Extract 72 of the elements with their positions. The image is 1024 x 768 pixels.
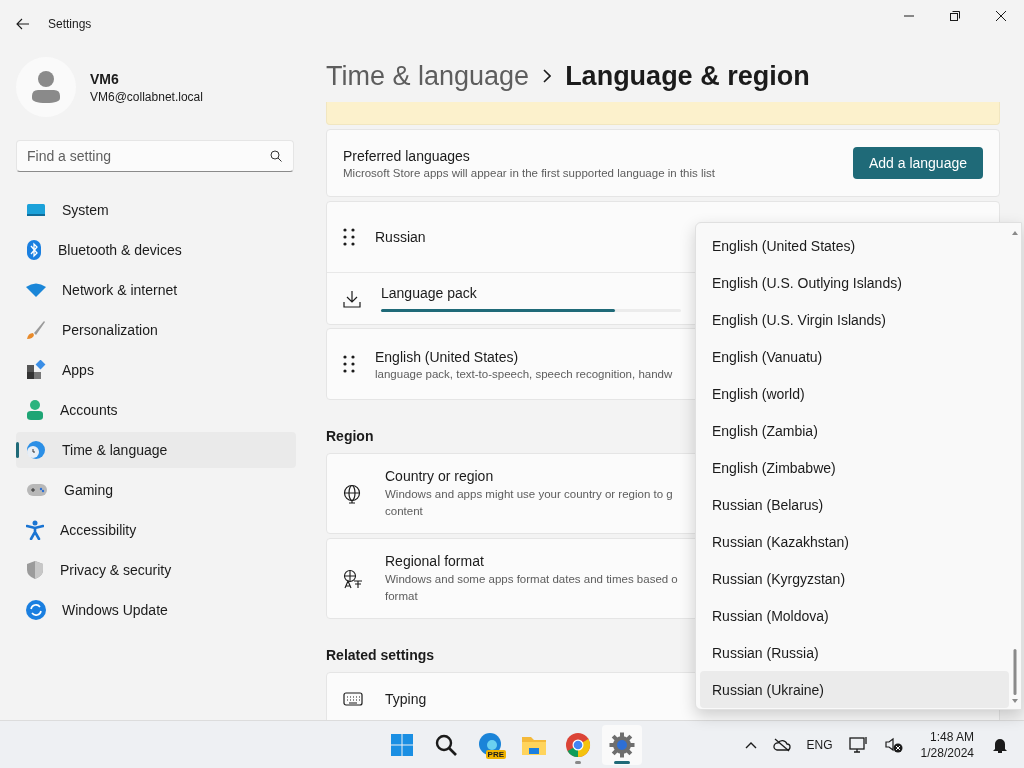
account-name: VM6 — [90, 70, 120, 87]
drag-handle-icon — [343, 228, 355, 246]
globe-icon — [343, 483, 361, 504]
keyboard-icon — [343, 691, 363, 707]
breadcrumb-link[interactable]: Time & language — [326, 60, 530, 92]
windows-logo-icon — [390, 732, 414, 757]
section-description: Microsoft Store apps will appear in the first supported language in this list — [343, 166, 717, 179]
setting-description: format — [385, 588, 419, 604]
drag-handle-icon — [343, 355, 355, 373]
section-title: Preferred languages — [343, 147, 471, 164]
sidebar-item[interactable]: Network & internet — [16, 272, 296, 308]
setting-description: content — [385, 503, 424, 519]
back-arrow-icon[interactable] — [16, 18, 30, 30]
account-email: VM6@collabnet.local — [90, 89, 203, 104]
close-icon — [996, 11, 1006, 21]
language-name: English (United States) — [375, 348, 520, 365]
dropdown-option[interactable]: English (world) — [700, 375, 1009, 412]
chevron-icon — [543, 69, 552, 83]
setting-title: Regional format — [385, 552, 485, 569]
sidebar-item[interactable]: Accounts — [16, 392, 296, 428]
person-icon — [26, 400, 44, 420]
sidebar-item[interactable]: Personalization — [16, 312, 296, 348]
language-name: Language pack — [381, 285, 478, 301]
download-icon — [343, 289, 361, 308]
dropdown-option[interactable]: English (United States) — [700, 227, 1009, 264]
clock-time: 1:48 AM — [929, 728, 974, 745]
accessibility-icon — [26, 520, 44, 540]
gear-icon — [609, 731, 635, 758]
language-format-icon — [343, 568, 363, 589]
sidebar-item[interactable]: Accessibility — [16, 512, 296, 548]
chrome-icon — [565, 731, 591, 758]
sidebar-item[interactable]: Windows Update — [16, 592, 296, 628]
monitor-icon — [26, 202, 46, 218]
gamepad-icon — [26, 482, 48, 498]
sidebar-item[interactable]: Privacy & security — [16, 552, 296, 588]
section-heading: Related settings — [326, 647, 435, 663]
dropdown-option[interactable]: English (U.S. Outlying Islands) — [700, 264, 1009, 301]
sidebar-item[interactable]: Bluetooth & devices — [16, 232, 296, 268]
restore-icon — [950, 11, 960, 21]
search-field[interactable]: Find a setting — [16, 140, 294, 172]
sidebar-item[interactable]: Time & language — [16, 432, 296, 468]
setting-description: Windows and apps might use your country or region to g — [385, 486, 674, 502]
dropdown-option[interactable]: Russian (Russia) — [700, 634, 1009, 671]
dropdown-option[interactable]: English (Vanuatu) — [700, 338, 1009, 375]
setting-title: Country or region — [385, 467, 495, 484]
taskbar-app[interactable]: PRE — [470, 724, 510, 765]
paintbrush-icon — [26, 320, 46, 340]
sidebar-item[interactable]: Apps — [16, 352, 296, 388]
dropdown-option[interactable]: Russian (Ukraine) — [700, 671, 1009, 708]
apps-icon — [26, 360, 46, 380]
setting-title: Typing — [385, 691, 428, 707]
wifi-icon — [26, 283, 46, 297]
sidebar-item[interactable]: System — [16, 192, 296, 228]
language-name: Russian — [375, 229, 427, 245]
search-icon — [434, 732, 458, 757]
sync-icon — [26, 600, 46, 620]
window-title: Settings — [48, 17, 92, 31]
clock-date: 1/28/2024 — [920, 744, 974, 761]
setting-description: Windows and some apps format dates and times based o — [385, 571, 679, 587]
input-language[interactable]: ENG — [802, 733, 837, 756]
globe-clock-icon — [26, 440, 46, 460]
sidebar-item[interactable]: Gaming — [16, 472, 296, 508]
bluetooth-icon — [26, 240, 42, 260]
section-heading: Region — [326, 428, 374, 444]
page-title: Language & region — [565, 60, 810, 92]
app-badge: PRE — [485, 749, 506, 759]
search-icon — [270, 150, 282, 162]
shield-icon — [26, 560, 44, 580]
dropdown-option[interactable]: English (Zambia) — [700, 412, 1009, 449]
dropdown-option[interactable]: English (U.S. Virgin Islands) — [700, 301, 1009, 338]
language-features: language pack, text-to-speech, speech recognition, handw — [375, 367, 674, 380]
add-language-button[interactable]: Add a language — [852, 147, 983, 179]
